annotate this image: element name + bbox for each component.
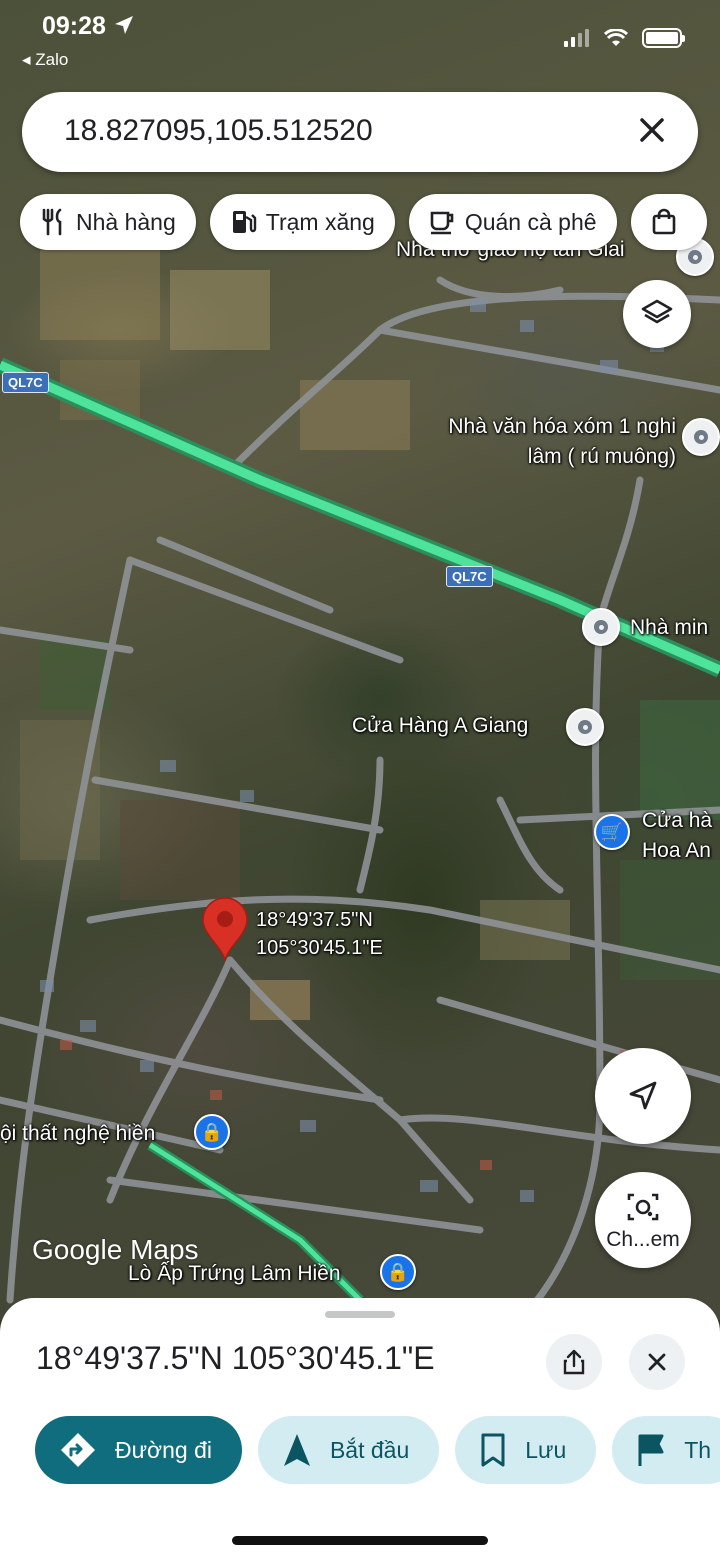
shopping-bag-icon [652,208,675,235]
status-time-text: 09:28 [42,12,106,40]
save-button[interactable]: Lưu [455,1416,597,1484]
camera-lens-icon [627,1193,659,1221]
action-label: Bắt đầu [329,1436,410,1463]
explore-lens-button[interactable]: Ch...em [595,1172,691,1268]
share-button[interactable] [546,1334,602,1390]
shopping-cart-icon[interactable]: 🛒 [594,814,630,850]
flag-icon [638,1434,664,1466]
dropped-pin-icon[interactable] [200,896,250,962]
place-bottom-sheet[interactable]: 18°49'37.5"N 105°30'45.1"E Đường đi Bắt … [0,1298,720,1559]
place-pin-icon[interactable] [566,708,604,746]
explore-label: Ch...em [606,1228,680,1251]
status-icons [564,28,685,48]
status-time: 09:28 [42,12,135,41]
bookmark-icon [481,1433,505,1467]
coffee-icon [430,211,454,235]
directions-button[interactable]: Đường đi [35,1416,242,1484]
category-chips: Nhà hàng Trạm xăng Quán cà phê [20,194,707,250]
share-icon [563,1349,585,1375]
close-icon [648,1353,666,1371]
place-title: 18°49'37.5"N 105°30'45.1"E [36,1340,435,1376]
chip-label: Nhà hàng [76,208,176,235]
back-to-app[interactable]: ◂ Zalo [22,50,68,70]
sheet-drag-handle[interactable] [325,1311,395,1318]
start-button[interactable]: Bắt đầu [257,1416,440,1484]
pin-coordinate-lng: 105°30'45.1"E [256,937,383,959]
chip-label: Quán cà phê [464,208,597,235]
chip-coffee[interactable]: Quán cà phê [408,194,617,250]
my-location-button[interactable] [595,1048,691,1144]
screen: QL7C QL7C Nhà thờ giáo họ tân Giai Nhà v… [0,0,720,1559]
location-arrow-icon [114,16,133,34]
navigation-arrow-icon [629,1081,657,1110]
chip-restaurant[interactable]: Nhà hàng [20,194,196,250]
shopping-bag-icon[interactable]: 🔒 [380,1254,416,1290]
chip-gas-station[interactable]: Trạm xăng [209,194,395,250]
action-label: Lưu [525,1436,567,1463]
google-maps-attribution: Google Maps [32,1234,199,1265]
action-label: Đường đi [115,1436,212,1463]
chip-shopping[interactable] [630,194,707,250]
chip-label: Trạm xăng [265,208,375,235]
back-chevron-icon: ◂ [22,50,36,69]
close-icon[interactable] [632,110,672,150]
battery-icon [642,28,685,48]
label-button[interactable]: Th [612,1416,720,1484]
place-pin-icon[interactable] [582,608,620,646]
road-shield-ql7c: QL7C [2,372,49,393]
search-bar[interactable]: 18.827095,105.512520 [22,92,698,172]
back-app-label: Zalo [35,50,69,69]
layers-icon [641,299,673,324]
directions-icon [61,1433,95,1467]
place-label-nha-min[interactable]: Nhà min [630,616,708,640]
place-label-noi-that[interactable]: ội thất nghệ hiền [0,1122,155,1146]
layers-button[interactable] [623,280,691,348]
place-pin-icon[interactable] [682,418,720,456]
pin-coordinate-lat: 18°49'37.5"N [256,909,373,931]
action-label: Th [684,1436,712,1463]
place-label-cua-hang-a-giang[interactable]: Cửa Hàng A Giang [352,714,528,738]
road-shield-ql7c: QL7C [446,566,493,587]
restaurant-icon [42,208,62,236]
gas-station-icon [232,211,256,233]
shopping-bag-icon[interactable]: 🔒 [194,1114,230,1150]
action-buttons: Đường đi Bắt đầu Lưu Th [35,1416,720,1484]
close-sheet-button[interactable] [629,1334,685,1390]
search-input[interactable]: 18.827095,105.512520 [64,114,373,148]
navigation-arrow-icon [283,1434,310,1466]
home-indicator[interactable] [232,1536,488,1545]
wifi-icon [604,29,628,46]
place-label-cua-hang-hoa-an[interactable]: Cửa hà Hoa An [642,806,720,866]
signal-icon [564,29,589,47]
place-label-culture-house[interactable]: Nhà văn hóa xóm 1 nghi lâm ( rú muông) [446,412,676,472]
